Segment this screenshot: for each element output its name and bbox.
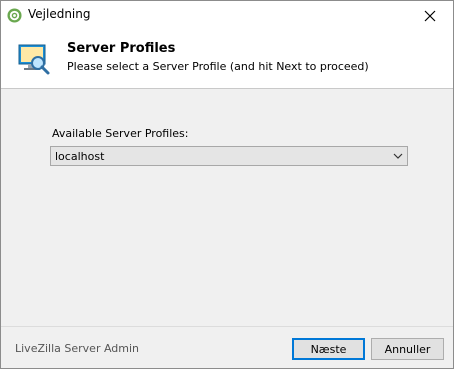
close-icon [424, 10, 436, 21]
profiles-label: Available Server Profiles: [52, 127, 189, 140]
wizard-header: Server Profiles Please select a Server P… [1, 30, 453, 89]
server-profile-icon [18, 44, 50, 75]
wizard-window: Vejledning Server Profiles Please select… [0, 0, 454, 369]
chevron-down-icon [393, 153, 403, 159]
window-title: Vejledning [28, 7, 91, 21]
brand-label: LiveZilla Server Admin [15, 342, 140, 355]
server-profile-dropdown[interactable]: localhost [50, 146, 408, 166]
footer-divider [1, 326, 453, 327]
close-button[interactable] [407, 1, 453, 30]
title-bar: Vejledning [1, 1, 453, 30]
cancel-button[interactable]: Annuller [371, 338, 444, 360]
next-button[interactable]: Næste [292, 338, 365, 360]
page-subtitle: Please select a Server Profile (and hit … [67, 60, 369, 73]
page-title: Server Profiles [67, 41, 176, 56]
livezilla-app-icon [7, 8, 22, 23]
server-profile-value: localhost [55, 150, 105, 163]
